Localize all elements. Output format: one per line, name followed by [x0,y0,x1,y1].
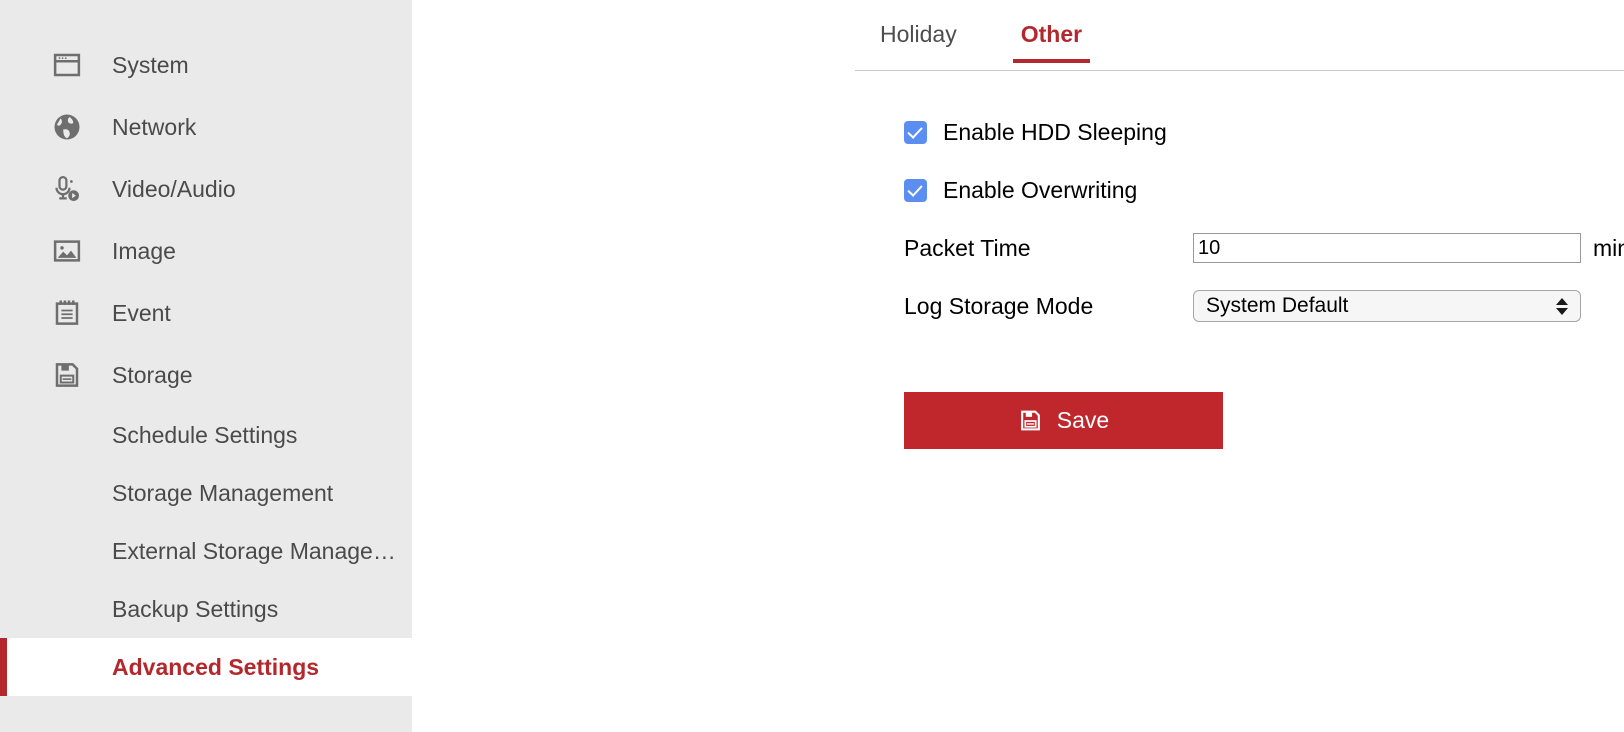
tab-other[interactable]: Other [1021,16,1082,62]
sidebar-item-video-audio[interactable]: Video/Audio [0,158,412,220]
packet-time-label: Packet Time [904,235,1193,262]
log-storage-mode-row: Log Storage Mode System Default [904,277,1624,335]
enable-overwriting-row: Enable Overwriting [904,161,1624,219]
sidebar-item-label: Video/Audio [112,176,236,203]
chevron-updown-icon[interactable] [1556,298,1568,315]
sidebar-item-event[interactable]: Event [0,282,412,344]
sidebar-item-label: Backup Settings [112,596,278,623]
settings-page: System Network [0,0,1624,732]
other-settings-form: Enable HDD Sleeping Enable Overwriting P… [904,103,1624,335]
picture-icon [50,234,84,268]
save-button-label: Save [1057,407,1109,434]
log-storage-mode-value: System Default [1206,294,1348,318]
packet-time-unit: minute(s) [1593,235,1624,262]
sidebar-item-label: Image [112,238,176,265]
sidebar-item-network[interactable]: Network [0,96,412,158]
sidebar-item-schedule-settings[interactable]: Schedule Settings [0,406,412,464]
notepad-icon [50,296,84,330]
enable-overwriting-label: Enable Overwriting [943,177,1137,204]
enable-overwriting-checkbox[interactable] [904,179,927,202]
floppy-disk-icon [50,358,84,392]
main-content: Holiday Other Enable HDD Sleeping Enable… [412,0,1624,732]
sidebar-item-label: Schedule Settings [112,422,297,449]
sidebar-item-label: Network [112,114,196,141]
sidebar-item-storage[interactable]: Storage [0,344,412,406]
sidebar-item-label: Event [112,300,171,327]
sidebar-item-label: External Storage Manage… [112,538,396,565]
tab-bar: Holiday Other [855,16,1624,71]
tab-label: Holiday [880,21,957,47]
chevron-up-icon [1556,298,1568,305]
log-storage-mode-select[interactable]: System Default [1193,290,1581,322]
sidebar-item-system[interactable]: System [0,34,412,96]
packet-time-row: Packet Time 10 minute(s) [904,219,1624,277]
sidebar-item-label: Storage Management [112,480,333,507]
sidebar-item-backup-settings[interactable]: Backup Settings [0,580,412,638]
sidebar-item-label: Advanced Settings [112,654,319,681]
sidebar-item-storage-management[interactable]: Storage Management [0,464,412,522]
sidebar: System Network [0,0,412,732]
sidebar-item-image[interactable]: Image [0,220,412,282]
sidebar-item-label: Storage [112,362,193,389]
packet-time-input[interactable]: 10 [1193,233,1581,263]
sidebar-item-label: System [112,52,189,79]
sidebar-item-external-storage-management[interactable]: External Storage Manage… [0,522,412,580]
tab-holiday[interactable]: Holiday [880,16,957,62]
globe-icon [50,110,84,144]
window-icon [50,48,84,82]
enable-hdd-sleeping-checkbox[interactable] [904,121,927,144]
floppy-disk-icon [1018,408,1043,433]
sidebar-item-advanced-settings[interactable]: Advanced Settings [0,638,412,696]
enable-hdd-sleeping-row: Enable HDD Sleeping [904,103,1624,161]
chevron-down-icon [1556,308,1568,315]
tab-label: Other [1021,21,1082,47]
save-button[interactable]: Save [904,392,1223,449]
log-storage-mode-label: Log Storage Mode [904,293,1193,320]
microphone-play-icon [50,172,84,206]
enable-hdd-sleeping-label: Enable HDD Sleeping [943,119,1167,146]
